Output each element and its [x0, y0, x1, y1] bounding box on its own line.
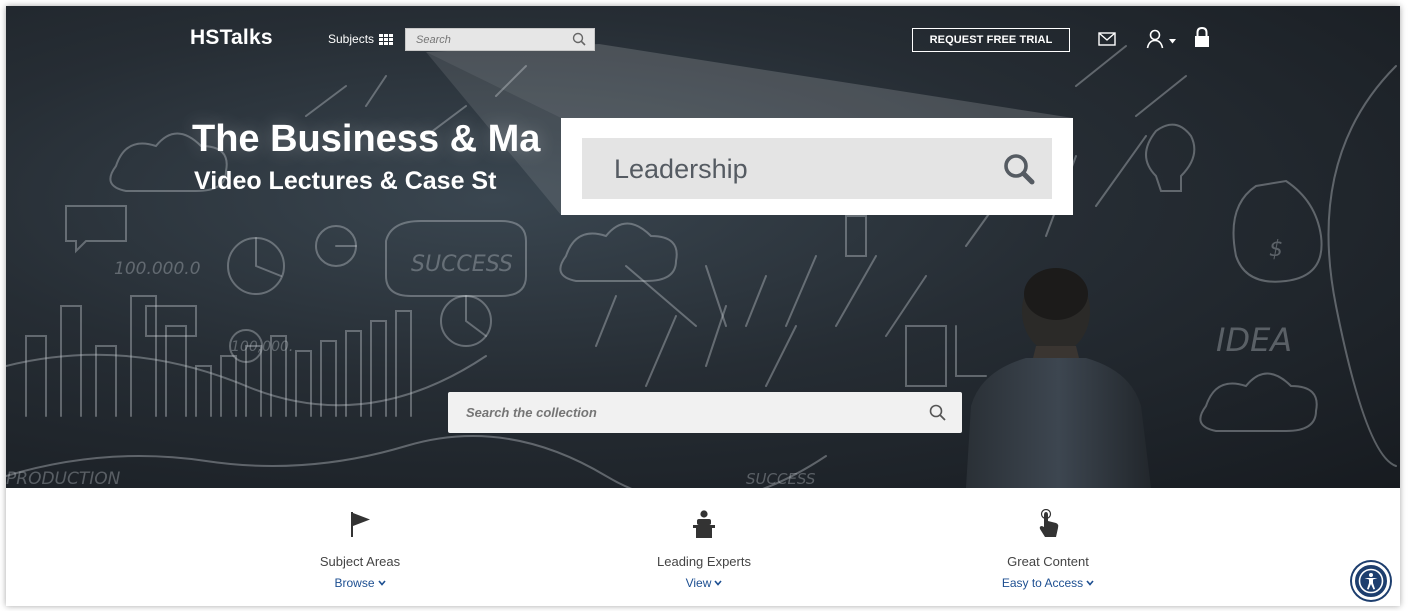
grid-icon	[379, 33, 394, 45]
feature-link-label: View	[685, 576, 712, 590]
feature-great-content: Great Content Easy to Access	[928, 506, 1168, 592]
subjects-label: Subjects	[328, 32, 375, 46]
feature-title: Subject Areas	[319, 554, 401, 569]
chevron-down-icon[interactable]	[1169, 39, 1176, 44]
subjects-menu[interactable]: Subjects	[328, 32, 394, 46]
zoomed-search-callout: Leadership	[561, 118, 1073, 215]
accessibility-button[interactable]	[1352, 562, 1390, 600]
zoomed-search-field[interactable]: Leadership	[582, 138, 1052, 199]
flag-icon	[351, 512, 370, 537]
header-search-box	[405, 28, 595, 51]
chevron-down-icon	[714, 580, 722, 586]
feature-link-label: Browse	[334, 576, 375, 590]
hero-banner: 100.000.0 SUCCESS 100,000. PRODUCTION SU…	[6, 6, 1400, 488]
collection-search-box	[448, 392, 962, 433]
feature-subject-areas: Subject Areas Browse	[240, 506, 480, 592]
accessibility-icon	[1358, 568, 1384, 594]
view-link[interactable]: View	[686, 576, 723, 590]
feature-title: Great Content	[1007, 554, 1089, 569]
request-free-trial-button[interactable]: REQUEST FREE TRIAL	[912, 28, 1070, 52]
feature-link-label: Easy to Access	[1001, 576, 1084, 590]
header-search-input[interactable]	[406, 29, 566, 50]
feature-leading-experts: Leading Experts View	[584, 506, 824, 592]
chevron-down-icon	[1086, 580, 1094, 586]
browse-link[interactable]: Browse	[334, 576, 386, 590]
page-frame: 100.000.0 SUCCESS 100,000. PRODUCTION SU…	[6, 6, 1400, 606]
chevron-down-icon	[377, 580, 386, 586]
pointing-hand-icon	[1039, 509, 1059, 537]
hstalks-logo[interactable]: HSTalks	[190, 26, 273, 50]
search-icon[interactable]	[929, 404, 946, 421]
search-icon[interactable]	[1002, 152, 1036, 186]
collection-search-input[interactable]	[448, 392, 888, 433]
hero-title: The Business & Ma	[192, 118, 541, 160]
lecturer-podium-icon	[693, 510, 715, 538]
feature-title: Leading Experts	[657, 554, 751, 569]
hero-subtitle: Video Lectures & Case St	[194, 167, 497, 195]
zoomed-search-value: Leadership	[614, 154, 748, 184]
lock-icon[interactable]	[1194, 26, 1210, 48]
search-icon[interactable]	[572, 32, 586, 46]
mail-icon[interactable]	[1098, 32, 1116, 46]
easy-to-access-link[interactable]: Easy to Access	[1002, 576, 1094, 590]
user-icon[interactable]	[1146, 29, 1164, 49]
